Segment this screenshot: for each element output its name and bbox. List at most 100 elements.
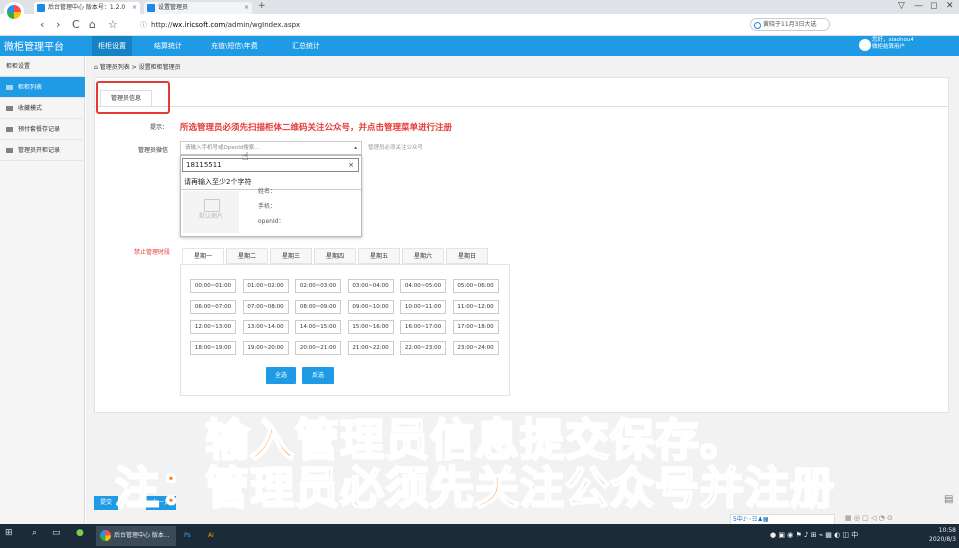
time-slot-button[interactable]: 20:00~21:00	[295, 340, 341, 355]
highlight-box	[96, 81, 170, 114]
list-icon	[6, 85, 13, 90]
address-bar[interactable]: ⓘ http://wx.iricsoft.com/admin/wgIndex.as…	[140, 17, 470, 33]
wechat-icon[interactable]: ●	[76, 528, 84, 538]
breadcrumb-home[interactable]: 管理员列表	[100, 64, 130, 71]
sidebar-item-cabinet-list[interactable]: 柜柜列表	[0, 77, 85, 98]
invert-selection-button[interactable]: 反选	[302, 367, 334, 384]
time-slot-button[interactable]: 08:00~09:00	[295, 299, 341, 314]
wechat-label: 管理员微信	[137, 147, 168, 154]
time-slot-button[interactable]: 05:00~06:00	[452, 279, 499, 293]
browser-logo-icon[interactable]	[4, 2, 24, 22]
time-slot-button[interactable]: 18:00~19:00	[190, 340, 236, 355]
topnav-settlement[interactable]: 结算统计	[148, 36, 188, 56]
clock-time: 10:58	[938, 527, 956, 534]
taskbar-app-browser[interactable]: 后台管理中心 版本...	[96, 526, 176, 546]
day-tab[interactable]: 星期日	[446, 248, 488, 264]
tab-close-icon[interactable]: ×	[132, 2, 137, 14]
time-slot-button[interactable]: 19:00~20:00	[242, 340, 289, 355]
sidebar-item-label: 管理员开柜记录	[18, 147, 61, 154]
admin-select[interactable]: 请输入手机号或OpenId搜索... ▴	[180, 141, 362, 155]
dropdown-search-input[interactable]: 18115511 ×	[182, 158, 359, 172]
browser-icon	[100, 530, 111, 541]
app-header	[0, 36, 959, 56]
time-slot-button[interactable]: 01:00~02:00	[242, 279, 289, 293]
time-slot-button[interactable]: 00:00~01:00	[190, 279, 236, 293]
maximize-icon[interactable]: ◻	[930, 1, 937, 11]
task-view-icon[interactable]: ▭	[52, 528, 61, 538]
day-tab[interactable]: 星期三	[270, 248, 312, 264]
reader-icon[interactable]: ▤	[944, 494, 953, 505]
system-tray[interactable]: ● ▣ ◉ ⚑ ♪ ⊞ ⌁ ▦ ◐ ◫ 中	[770, 530, 858, 540]
time-slot-button[interactable]: 10:00~11:00	[400, 299, 446, 314]
menu-icon[interactable]: ▽	[898, 1, 905, 11]
day-tab[interactable]: 星期四	[314, 248, 356, 264]
topnav-cabinet-settings[interactable]: 柜柜设置	[92, 36, 132, 56]
time-slot-button[interactable]: 06:00~07:00	[190, 299, 236, 314]
caption-line-2: 注：管理员必须先关注公众号并注册	[114, 462, 835, 515]
day-tab[interactable]: 星期六	[402, 248, 444, 264]
search-icon[interactable]: ⌕	[32, 528, 37, 538]
sidebar-item-admin-open-records[interactable]: 管理员开柜记录	[0, 140, 85, 161]
browser-search-box[interactable]: 黄晓于11月3日大选	[750, 18, 830, 31]
user-greeting: 您好，xiaohou4	[872, 37, 914, 43]
minimize-icon[interactable]: —	[914, 1, 923, 11]
taskbar-clock[interactable]: 10:58 2020/8/3	[918, 526, 956, 544]
breadcrumb-current: 设置柜柜管理员	[138, 64, 181, 71]
select-all-button[interactable]: 全选	[266, 367, 296, 384]
dropdown-input-value: 18115511	[186, 161, 222, 169]
time-slot-button[interactable]: 14:00~15:00	[295, 320, 341, 334]
time-slot-button[interactable]: 07:00~08:00	[242, 299, 289, 314]
url-path: /admin/wgIndex.aspx	[225, 21, 301, 29]
start-icon[interactable]: ⊞	[5, 528, 13, 538]
sidebar-item-label: 柜柜列表	[18, 84, 43, 91]
sidebar-item-prepaid-records[interactable]: 预付套餐存记录	[0, 119, 85, 140]
time-slot-button[interactable]: 22:00~23:00	[400, 340, 446, 355]
list-icon	[6, 127, 13, 132]
time-slot-button[interactable]: 12:00~13:00	[190, 320, 236, 334]
browser-status-icons: ▦ ◎ ▢ ◁ ◔ ⊙	[845, 514, 893, 522]
user-menu[interactable]: 您好，xiaohou4 微柜结算用户	[872, 37, 942, 51]
day-tab[interactable]: 星期二	[226, 248, 268, 264]
time-slot-button[interactable]: 02:00~03:00	[295, 279, 341, 293]
tab-close-icon[interactable]: ×	[244, 2, 249, 14]
time-slot-button[interactable]: 15:00~16:00	[347, 320, 394, 334]
time-slot-button[interactable]: 04:00~05:00	[400, 279, 446, 293]
time-slot-button[interactable]: 13:00~14:00	[242, 320, 289, 334]
app-brand: 微柜管理平台	[4, 42, 64, 53]
time-slot-button[interactable]: 23:00~24:00	[452, 340, 499, 355]
forward-icon[interactable]: ›	[56, 18, 60, 31]
caret-down-icon: ▴	[354, 145, 357, 151]
new-tab-button[interactable]: +	[258, 1, 266, 11]
tab-label: 设置管理员	[158, 4, 189, 11]
browser-tab-settings[interactable]: 设置管理员 ×	[144, 2, 252, 14]
bookmark-icon[interactable]: ☆	[108, 18, 118, 31]
home-icon[interactable]: ⌂	[89, 18, 96, 31]
sidebar-item-label: 预付套餐存记录	[18, 126, 61, 133]
browser-tab-admin[interactable]: 后台管理中心 版本号：1.2.0 ×	[34, 2, 140, 14]
time-slot-button[interactable]: 03:00~04:00	[347, 279, 394, 293]
close-window-icon[interactable]: ✕	[946, 1, 954, 11]
url-prefix: http://	[151, 21, 173, 29]
time-slot-button[interactable]: 17:00~18:00	[452, 320, 499, 334]
list-icon	[6, 106, 13, 111]
reload-icon[interactable]: C	[72, 18, 80, 31]
topnav-recharge[interactable]: 充值\短信\年费	[205, 36, 264, 56]
avatar[interactable]	[859, 39, 871, 51]
day-tab[interactable]: 星期五	[358, 248, 400, 264]
clear-icon[interactable]: ×	[348, 159, 354, 171]
topnav-summary[interactable]: 汇总统计	[286, 36, 326, 56]
sidebar-item-favorite-mode[interactable]: 收藏模式	[0, 98, 85, 119]
back-icon[interactable]: ‹	[40, 18, 44, 31]
time-slot-button[interactable]: 11:00~12:00	[452, 299, 499, 314]
tray-ime[interactable]: 中	[851, 531, 858, 539]
day-tab[interactable]: 星期一	[182, 248, 224, 264]
time-slot-button[interactable]: 16:00~17:00	[400, 320, 446, 334]
taskbar-app-label: 后台管理中心 版本...	[114, 532, 170, 539]
time-slot-button[interactable]: 09:00~10:00	[347, 299, 394, 314]
taskbar-app-photoshop[interactable]: Ps	[180, 526, 200, 546]
tab-label: 后台管理中心 版本号：1.2.0	[48, 4, 126, 11]
taskbar-app-illustrator[interactable]: Ai	[204, 526, 224, 546]
field-phone: 手机：	[258, 203, 277, 210]
sidebar-title[interactable]: 柜柜设置	[0, 56, 85, 77]
time-slot-button[interactable]: 21:00~22:00	[347, 340, 394, 355]
